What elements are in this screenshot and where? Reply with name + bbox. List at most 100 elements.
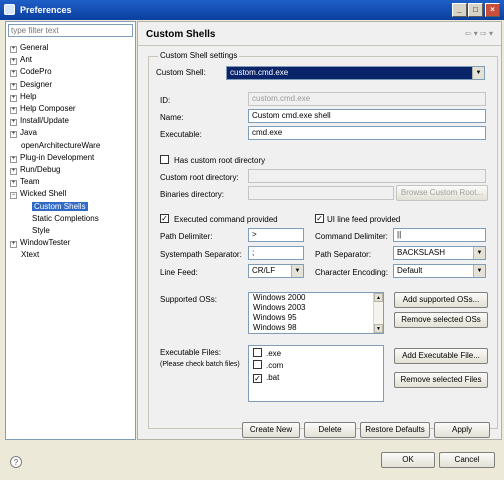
forward-arrow-icon[interactable]: ⇨ ▾ <box>480 29 493 38</box>
minimize-button[interactable]: _ <box>452 3 467 17</box>
has-root-checkbox[interactable] <box>160 155 169 164</box>
remove-files-button[interactable]: Remove selected Files <box>394 372 488 388</box>
scroll-up-icon[interactable]: ▲ <box>374 293 383 302</box>
tree-item-label: Static Completions <box>32 213 99 223</box>
remove-os-button[interactable]: Remove selected OSs <box>394 312 488 328</box>
add-os-button[interactable]: Add supported OSs... <box>394 292 488 308</box>
filter-input[interactable] <box>8 24 133 37</box>
syspath-sep-field[interactable]: ; <box>248 246 304 260</box>
tree-item[interactable]: + General <box>10 42 48 53</box>
tree-item[interactable]: Xtext <box>10 249 39 260</box>
tree-item[interactable]: + Java <box>10 127 37 139</box>
tree-item[interactable]: Static Completions <box>32 213 99 224</box>
expand-icon[interactable]: + <box>10 70 17 78</box>
tree-item[interactable]: + Designer <box>10 79 52 90</box>
scroll-down-icon[interactable]: ▼ <box>374 324 383 333</box>
path-sep-label: Path Separator: <box>315 250 372 259</box>
custom-shell-select[interactable]: custom.cmd.exe ▼ <box>226 66 485 80</box>
nav-arrows: ⇦ ▾ ⇨ ▾ <box>465 29 493 38</box>
list-item[interactable]: ✓ .bat <box>249 372 383 384</box>
syspath-sep-label: Systempath Separator: <box>160 250 242 259</box>
restore-defaults-button[interactable]: Restore Defaults <box>360 422 430 438</box>
expand-icon[interactable]: + <box>10 82 17 90</box>
chevron-down-icon[interactable]: ▼ <box>291 265 303 277</box>
tree-item[interactable]: + Team <box>10 176 40 188</box>
supported-os-list[interactable]: Windows 2000 Windows 2003 Windows 95 Window… <box>248 292 384 334</box>
list-item[interactable]: Windows 2000 <box>249 293 383 303</box>
tree-item-label: Xtext <box>21 250 40 260</box>
list-item[interactable]: Windows 95 <box>249 313 383 323</box>
add-exec-button[interactable]: Add Executable File... <box>394 348 488 364</box>
tree-item[interactable]: + Ant <box>10 54 32 66</box>
scrollbar[interactable]: ▲ ▼ <box>373 293 383 333</box>
tree-item[interactable]: + Help <box>10 91 36 102</box>
expand-icon[interactable]: + <box>10 241 17 249</box>
ui-linefeed-checkbox[interactable]: ✓ <box>315 214 324 223</box>
tree-item[interactable]: + Plug-in Development <box>10 152 94 163</box>
name-field[interactable]: Custom cmd.exe shell <box>248 109 486 123</box>
tree-item[interactable]: − Wicked Shell <box>10 188 67 200</box>
expand-icon[interactable]: + <box>10 180 17 188</box>
tree-item-label: Help Composer <box>20 104 76 113</box>
tree-item-label: Java <box>20 128 37 138</box>
exec-files-list[interactable]: .exe .com ✓ .bat <box>248 345 384 402</box>
apply-button[interactable]: Apply <box>434 422 490 438</box>
expand-icon[interactable]: + <box>10 94 17 102</box>
tree-item-label: Designer <box>20 79 53 89</box>
exec-provided-checkbox[interactable]: ✓ <box>160 214 169 223</box>
char-enc-select[interactable]: Default ▼ <box>393 264 486 278</box>
root-dir-label: Custom root directory: <box>160 173 239 182</box>
cmd-delim-field[interactable]: || <box>393 228 486 242</box>
id-field: custom.cmd.exe <box>248 92 486 106</box>
dialog-button-bar: ? OK Cancel <box>0 441 504 480</box>
expand-icon[interactable]: + <box>10 119 17 127</box>
executable-field[interactable]: cmd.exe <box>248 126 486 140</box>
root-dir-field <box>248 169 486 183</box>
list-item[interactable]: Windows 2003 <box>249 303 383 313</box>
back-arrow-icon[interactable]: ⇦ ▾ <box>465 29 478 38</box>
chevron-down-icon[interactable]: ▼ <box>473 265 485 277</box>
expand-icon[interactable]: + <box>10 131 17 139</box>
maximize-button[interactable]: □ <box>468 3 483 17</box>
file-checkbox[interactable] <box>253 348 262 357</box>
expand-icon[interactable]: + <box>10 46 17 53</box>
chevron-down-icon[interactable]: ▼ <box>473 247 485 259</box>
delete-button[interactable]: Delete <box>304 422 356 438</box>
ok-button[interactable]: OK <box>381 452 435 468</box>
close-button[interactable]: × <box>485 3 500 17</box>
tree-item[interactable]: Style <box>32 225 50 236</box>
tree-item-label: Wicked Shell <box>20 189 67 199</box>
tree-item-label: Style <box>32 226 50 235</box>
exec-provided-label: Executed command provided <box>174 215 278 224</box>
file-checkbox[interactable]: ✓ <box>253 374 262 383</box>
help-icon[interactable]: ? <box>10 456 22 468</box>
browse-root-button[interactable]: Browse Custom Root... <box>396 185 488 201</box>
line-feed-select[interactable]: CR/LF ▼ <box>248 264 304 278</box>
tree-item[interactable]: + Run/Debug <box>10 164 60 175</box>
expand-icon[interactable]: + <box>10 168 17 175</box>
exec-files-note: (Please check batch files) <box>160 361 240 368</box>
tree-item[interactable]: openArchitectureWare <box>10 140 100 151</box>
expand-icon[interactable]: + <box>10 58 17 66</box>
tree-item[interactable]: + Help Composer <box>10 103 76 114</box>
list-item[interactable]: .exe <box>249 348 383 360</box>
chevron-down-icon[interactable]: ▼ <box>472 67 484 79</box>
path-delim-field[interactable]: > <box>248 228 304 242</box>
preference-page: Custom Shells ⇦ ▾ ⇨ ▾ Custom Shell setti… <box>137 21 502 440</box>
expand-icon[interactable]: + <box>10 107 17 114</box>
tree-item[interactable]: + CodePro <box>10 66 52 78</box>
file-checkbox[interactable] <box>253 360 262 369</box>
list-item[interactable]: Windows 98 <box>249 323 383 333</box>
path-sep-select[interactable]: BACKSLASH ▼ <box>393 246 486 260</box>
expand-icon[interactable]: + <box>10 155 17 163</box>
cancel-button[interactable]: Cancel <box>439 452 495 468</box>
collapse-icon[interactable]: − <box>10 192 17 200</box>
tree-item[interactable]: Custom Shells <box>32 201 88 212</box>
tree-item[interactable]: + WindowTester <box>10 237 70 249</box>
line-feed-label: Line Feed: <box>160 268 198 277</box>
tree-item-label: openArchitectureWare <box>21 140 101 150</box>
tree-item[interactable]: + Install/Update <box>10 115 69 127</box>
create-new-button[interactable]: Create New <box>242 422 300 438</box>
list-item[interactable]: .com <box>249 360 383 372</box>
ui-linefeed-label: UI line feed provided <box>327 215 401 224</box>
